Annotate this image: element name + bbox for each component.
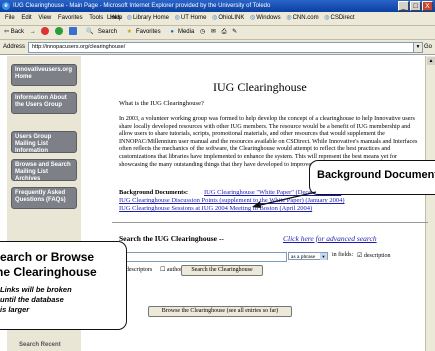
address-label: Address bbox=[3, 44, 26, 50]
address-input[interactable]: http://innopacusers.org/clearinghouse/ bbox=[28, 42, 415, 53]
back-button[interactable]: ⇦ Back bbox=[4, 26, 24, 39]
menu-favorites[interactable]: Favorites bbox=[58, 12, 83, 25]
question-heading: What is the IUG Clearinghouse? bbox=[119, 100, 204, 107]
media-button[interactable]: ● Media bbox=[166, 26, 194, 39]
link-ut-home[interactable]: UT Home bbox=[175, 12, 207, 25]
toolbar: ⇦ Back → 🔍 Search ★ Favorites ● Media ◷ ✉ ⎙… bbox=[0, 26, 435, 40]
background-docs-callout-text: Background Documents bbox=[317, 169, 435, 181]
link-library-home[interactable]: Library Home bbox=[127, 12, 169, 25]
nav-about[interactable]: Information About the Users Group bbox=[11, 92, 77, 114]
menu-edit[interactable]: Edit bbox=[21, 12, 31, 25]
link-ohiolink[interactable]: OhioLINK bbox=[212, 12, 244, 25]
callout-search-line1: Search or Browse bbox=[0, 250, 95, 264]
scrollbar[interactable]: ▲ bbox=[425, 56, 435, 351]
callout-note-line2: until the database bbox=[0, 295, 64, 304]
title-bar: e IUG Clearinghouse - Main Page - Micros… bbox=[0, 0, 435, 12]
home-icon[interactable] bbox=[68, 27, 77, 36]
search-button[interactable]: 🔍 Search bbox=[82, 26, 117, 39]
links-bar: Links Library Home UT Home OhioLINK Wind… bbox=[103, 12, 355, 25]
search-clearinghouse-button[interactable]: Search the Clearinghouse bbox=[181, 265, 263, 276]
mail-icon[interactable]: ✉ bbox=[211, 26, 216, 39]
link-cnn[interactable]: CNN.com bbox=[286, 12, 319, 25]
nav-archives[interactable]: Browse and Search Mailing List Archives bbox=[11, 159, 77, 182]
link-csdirect[interactable]: CSDirect bbox=[324, 12, 355, 25]
edit-icon[interactable]: ✎ bbox=[232, 26, 237, 39]
search-label: Search bbox=[97, 29, 117, 35]
go-button[interactable]: Go bbox=[424, 40, 432, 54]
menu-view[interactable]: View bbox=[38, 12, 51, 25]
descriptors-label: descriptors bbox=[125, 267, 153, 273]
address-bar: Address http://innopacusers.org/clearing… bbox=[0, 40, 435, 55]
link-windows[interactable]: Windows bbox=[250, 12, 280, 25]
search-browse-callout: Search or Browse the Clearinghouse Links… bbox=[0, 241, 127, 330]
author-label: author bbox=[166, 267, 183, 273]
media-label: Media bbox=[177, 29, 195, 35]
favorites-button[interactable]: ★ Favorites bbox=[123, 26, 161, 39]
background-docs-arrow bbox=[252, 191, 317, 208]
print-icon[interactable]: ⎙ bbox=[222, 26, 227, 39]
browse-clearinghouse-button[interactable]: Browse the Clearinghouse (see all entrie… bbox=[148, 306, 292, 317]
stop-icon[interactable] bbox=[41, 27, 50, 36]
nav-search-recent[interactable]: Search Recent bbox=[19, 342, 61, 348]
nav-home[interactable]: Innovativeusers.org Home bbox=[11, 64, 77, 86]
scroll-up-icon[interactable]: ▲ bbox=[427, 57, 435, 65]
window-title: IUG Clearinghouse - Main Page - Microsof… bbox=[13, 3, 271, 9]
menu-file[interactable]: File bbox=[5, 12, 15, 25]
callout-search-line2: the Clearinghouse bbox=[0, 265, 97, 279]
refresh-icon[interactable] bbox=[55, 27, 64, 36]
background-docs-callout: Background Documents bbox=[309, 160, 435, 195]
checkbox-icon: ☐ bbox=[160, 267, 166, 273]
nav-faq[interactable]: Frequently Asked Questions (FAQs) bbox=[11, 187, 77, 209]
forward-icon[interactable]: → bbox=[30, 26, 36, 39]
search-heading: Search the IUG Clearinghouse -- bbox=[119, 234, 224, 243]
go-label: Go bbox=[424, 44, 433, 50]
description-label: description bbox=[363, 253, 391, 259]
page-title: IUG Clearinghouse bbox=[213, 80, 307, 94]
search-icon: 🔍 bbox=[86, 29, 94, 35]
divider bbox=[112, 222, 428, 223]
menu-tools[interactable]: Tools bbox=[89, 12, 103, 25]
ie-icon: e bbox=[2, 2, 10, 10]
star-icon: ★ bbox=[126, 29, 132, 35]
author-checkbox[interactable]: ☐ author bbox=[160, 266, 182, 273]
media-icon: ● bbox=[170, 29, 174, 35]
menu-bar: File Edit View Favorites Tools Help Link… bbox=[0, 12, 435, 26]
maximize-button[interactable]: □ bbox=[410, 1, 421, 11]
callout-note-line3: is larger bbox=[0, 305, 30, 314]
history-icon[interactable]: ◷ bbox=[200, 26, 205, 39]
close-button[interactable]: X bbox=[422, 1, 433, 11]
description-checkbox[interactable]: ☑ description bbox=[357, 252, 391, 259]
background-label: Background Documents: bbox=[119, 189, 189, 196]
in-fields-label: in fields: bbox=[332, 252, 354, 258]
minimize-button[interactable]: _ bbox=[398, 1, 409, 11]
advanced-search-link[interactable]: Click here for advanced search bbox=[283, 234, 377, 243]
address-dropdown-icon[interactable]: ▼ bbox=[413, 42, 423, 53]
links-label[interactable]: Links bbox=[107, 12, 121, 25]
select-arrow-icon[interactable]: ▼ bbox=[320, 253, 327, 260]
favorites-label: Favorites bbox=[135, 29, 161, 35]
checkbox-checked-icon: ☑ bbox=[357, 253, 363, 259]
callout-note-line1: Links will be broken bbox=[0, 285, 72, 294]
nav-mailing-list[interactable]: Users Group Mailing List Information bbox=[11, 131, 77, 154]
search-input[interactable] bbox=[119, 252, 287, 262]
